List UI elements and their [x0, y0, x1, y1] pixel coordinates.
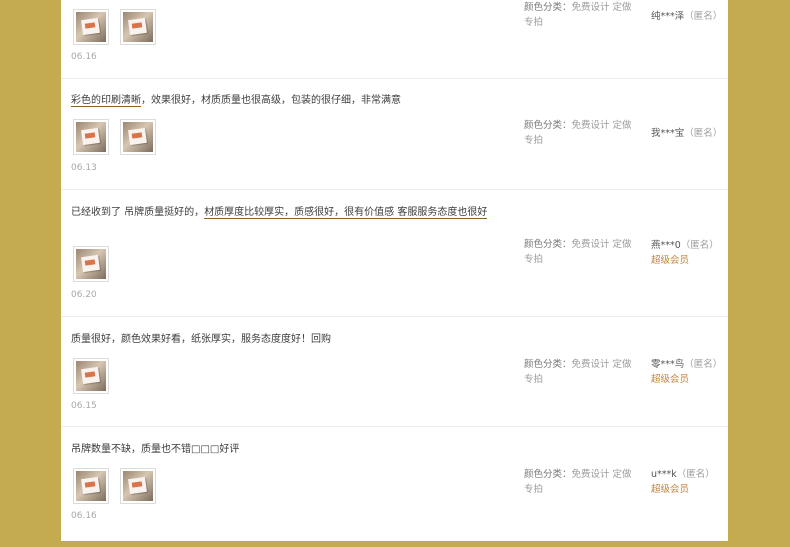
review-item: 06.16 颜色分类：免费设计 定做专拍 纯***泽（匿名） — [61, 0, 728, 79]
reviewer-name[interactable]: 我***宝 — [651, 128, 684, 139]
vip-badge: 超级会员 — [651, 255, 690, 266]
reviewer: 燕***0（匿名） 超级会员 — [651, 238, 731, 268]
review-photo[interactable] — [73, 468, 109, 504]
sku-info: 颜色分类：免费设计 定做专拍 — [524, 357, 634, 387]
sku-info: 颜色分类：免费设计 定做专拍 — [524, 467, 634, 497]
review-date: 06.16 — [71, 511, 97, 521]
sku-info: 颜色分类：免费设计 定做专拍 — [524, 237, 634, 267]
review-photo[interactable] — [73, 119, 109, 155]
review-photo[interactable] — [73, 9, 109, 45]
review-item: 已经收到了 吊牌质量挺好的，材质厚度比较厚实，质感很好，很有价值感 客服服务态度… — [61, 190, 728, 317]
comment-text: 已经收到了 吊牌质量挺好的， — [71, 207, 205, 218]
anonymous-tag: （匿名） — [684, 11, 723, 22]
comment-highlight: 材质厚度比较厚实，质感很好，很有价值感 客服服务态度也很好 — [204, 207, 488, 219]
anonymous-tag: （匿名） — [676, 469, 715, 480]
review-photo[interactable] — [120, 119, 156, 155]
sku-key: 颜色分类： — [524, 120, 572, 131]
sku-key: 颜色分类： — [524, 239, 572, 250]
review-item: 质量很好，颜色效果好看，纸张厚实，服务态度度好！回购 06.15 颜色分类：免费… — [61, 317, 728, 427]
review-item: 吊牌数量不缺，质量也不错□□□好评 06.16 颜色分类：免费设计 定做专拍 u… — [61, 427, 728, 541]
reviewer: 纯***泽（匿名） — [651, 9, 731, 24]
anonymous-tag: （匿名） — [680, 240, 719, 251]
anonymous-tag: （匿名） — [684, 128, 723, 139]
review-photo[interactable] — [120, 9, 156, 45]
comment-highlight: 彩色的印刷清晰 — [71, 95, 141, 107]
review-item: 彩色的印刷清晰，效果很好，材质质量也很高级，包装的很仔细，非常满意 06.13 … — [61, 79, 728, 190]
review-comment: 已经收到了 吊牌质量挺好的，材质厚度比较厚实，质感很好，很有价值感 客服服务态度… — [71, 204, 491, 221]
sku-key: 颜色分类： — [524, 2, 572, 13]
reviewer-name[interactable]: u***k — [651, 469, 677, 480]
review-date: 06.15 — [71, 401, 97, 411]
reviews-panel: 06.16 颜色分类：免费设计 定做专拍 纯***泽（匿名） 彩色的印刷清晰，效… — [61, 0, 728, 541]
anonymous-tag: （匿名） — [684, 359, 723, 370]
review-date: 06.20 — [71, 290, 97, 300]
reviewer-name[interactable]: 零***鸟 — [651, 359, 684, 370]
review-photo[interactable] — [73, 358, 109, 394]
reviewer-name[interactable]: 燕***0 — [651, 240, 681, 251]
vip-badge: 超级会员 — [651, 484, 690, 495]
vip-badge: 超级会员 — [651, 374, 690, 385]
reviewer-name[interactable]: 纯***泽 — [651, 11, 684, 22]
review-comment: 质量很好，颜色效果好看，纸张厚实，服务态度度好！回购 — [71, 331, 491, 348]
reviewer: u***k（匿名） 超级会员 — [651, 467, 731, 497]
comment-text: 吊牌数量不缺，质量也不错□□□好评 — [71, 444, 240, 455]
reviewer: 我***宝（匿名） — [651, 126, 731, 141]
review-comment: 彩色的印刷清晰，效果很好，材质质量也很高级，包装的很仔细，非常满意 — [71, 92, 491, 109]
review-photo[interactable] — [120, 468, 156, 504]
sku-info: 颜色分类：免费设计 定做专拍 — [524, 0, 634, 30]
reviewer: 零***鸟（匿名） 超级会员 — [651, 357, 731, 387]
review-photo[interactable] — [73, 246, 109, 282]
sku-info: 颜色分类：免费设计 定做专拍 — [524, 118, 634, 148]
sku-key: 颜色分类： — [524, 359, 572, 370]
comment-text: 质量很好，颜色效果好看，纸张厚实，服务态度度好！回购 — [71, 334, 331, 345]
review-date: 06.16 — [71, 52, 97, 62]
sku-key: 颜色分类： — [524, 469, 572, 480]
review-date: 06.13 — [71, 163, 97, 173]
comment-text: ，效果很好，材质质量也很高级，包装的很仔细，非常满意 — [141, 95, 401, 106]
review-comment: 吊牌数量不缺，质量也不错□□□好评 — [71, 441, 491, 458]
